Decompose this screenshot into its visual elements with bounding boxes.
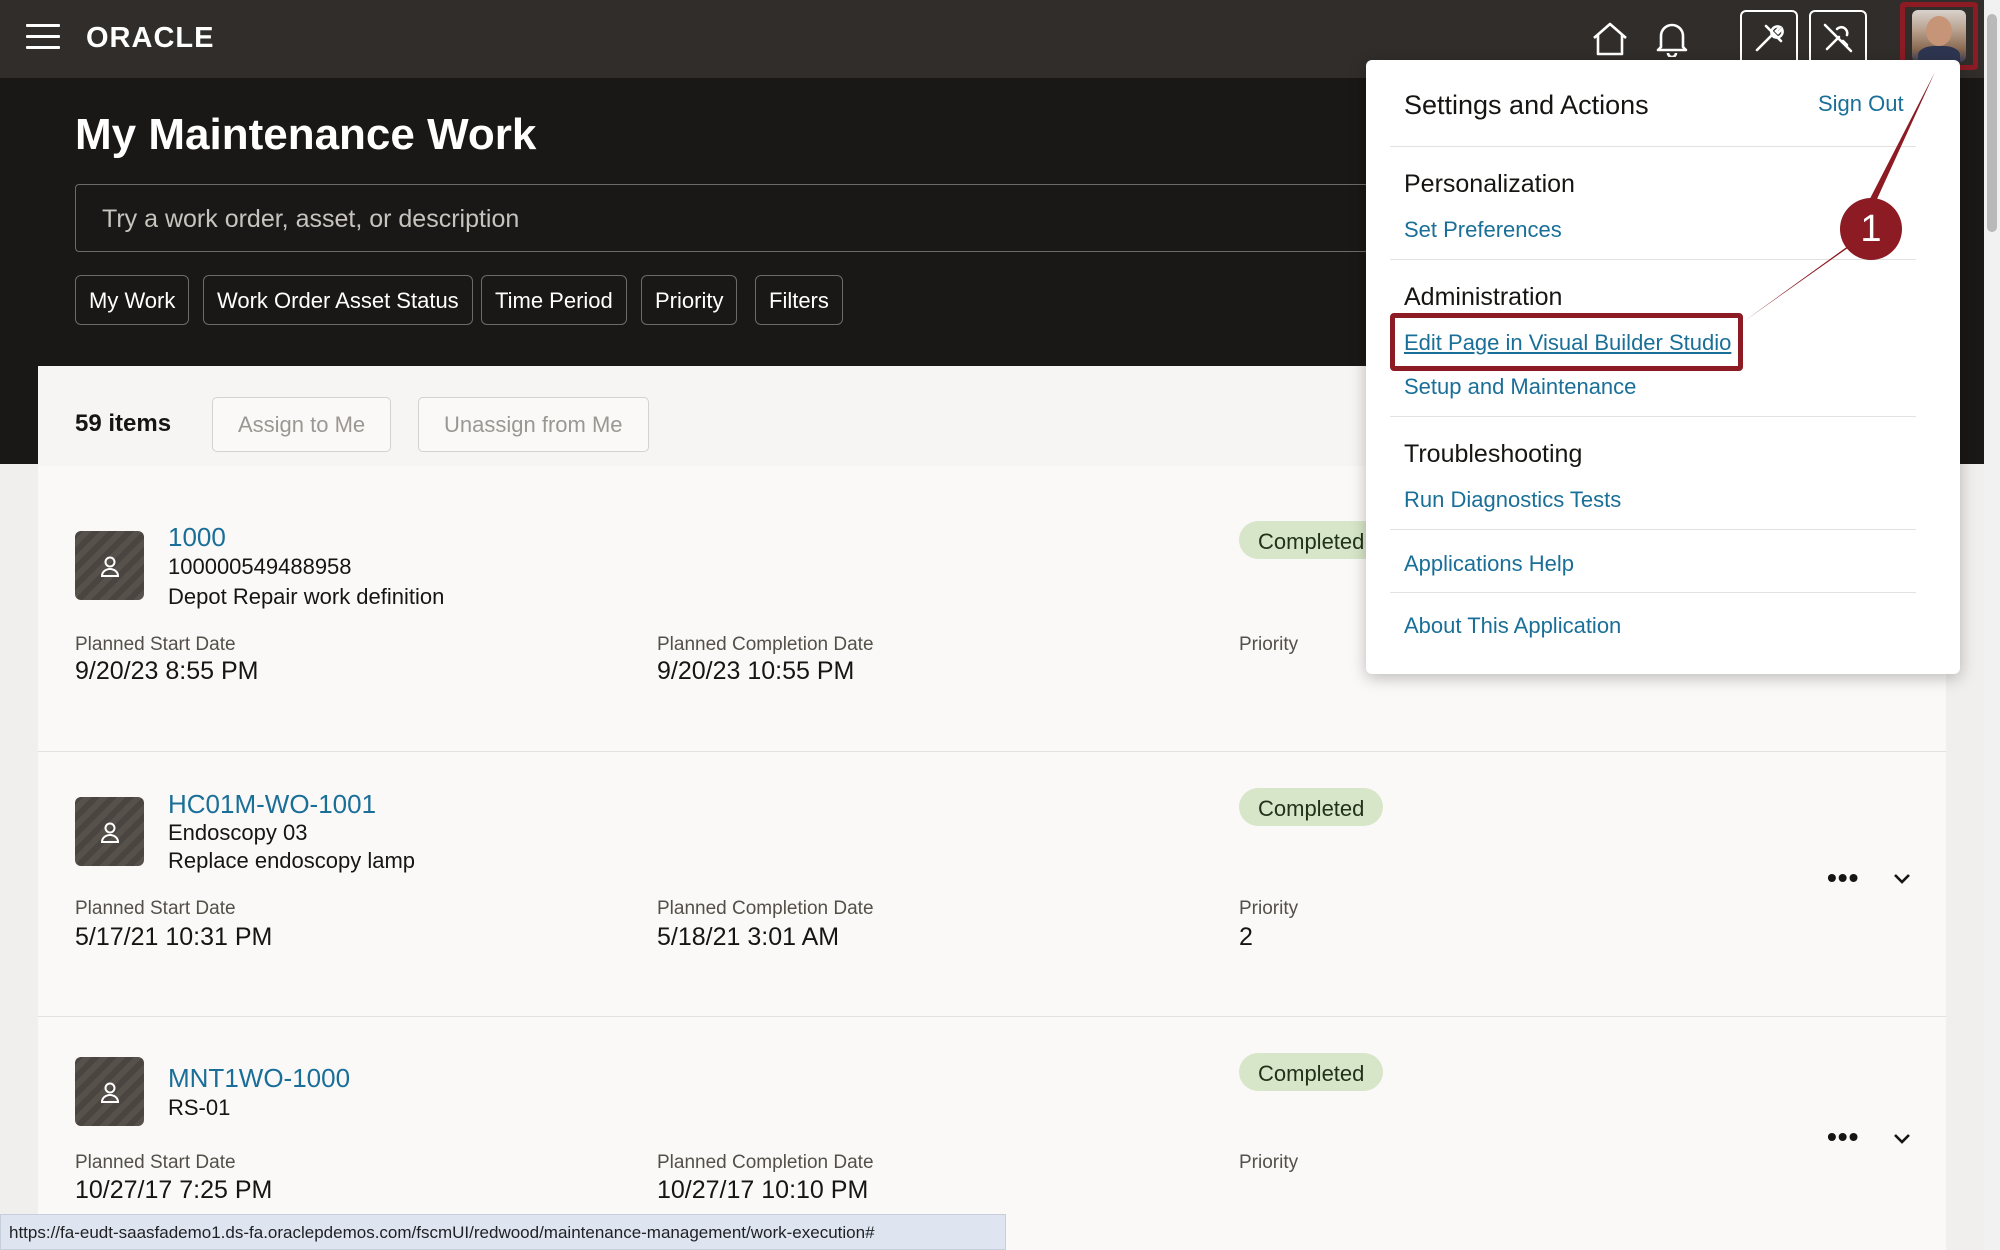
filter-chip-priority[interactable]: Priority: [641, 275, 738, 325]
link-preview-statusbar: https://fa-eudt-saasfademo1.ds-fa.oracle…: [0, 1214, 1006, 1250]
planned-completion-value: 5/18/21 3:01 AM: [657, 923, 840, 951]
person-icon: [100, 1082, 119, 1103]
menu-divider: [1390, 529, 1916, 530]
person-icon: [100, 556, 119, 577]
administration-heading: Administration: [1404, 283, 1563, 311]
planned-completion-value: 10/27/17 10:10 PM: [657, 1176, 869, 1204]
status-badge: Completed: [1239, 1053, 1384, 1091]
work-order-description: Depot Repair work definition: [168, 584, 445, 609]
menu-divider: [1390, 416, 1916, 417]
about-application-link[interactable]: About This Application: [1404, 613, 1621, 639]
person-icon: [100, 822, 119, 843]
asset-name: Endoscopy 03: [168, 820, 308, 845]
planned-start-label: Planned Start Date: [75, 634, 236, 655]
more-actions-icon[interactable]: •••: [1827, 862, 1859, 894]
menu-divider: [1390, 259, 1916, 260]
notifications-bell-icon[interactable]: [1645, 12, 1699, 66]
filter-chip-filters[interactable]: Filters: [755, 275, 843, 325]
planned-completion-value: 9/20/23 10:55 PM: [657, 657, 855, 685]
work-order-link[interactable]: HC01M-WO-1001: [168, 789, 376, 820]
row-divider: [38, 751, 1946, 752]
scrollbar-thumb[interactable]: [1987, 14, 1997, 232]
priority-label: Priority: [1239, 1152, 1299, 1173]
tools-icon[interactable]: [1740, 10, 1798, 66]
more-actions-icon[interactable]: •••: [1827, 1121, 1859, 1153]
page-title: My Maintenance Work: [75, 110, 537, 159]
asset-thumbnail: [75, 797, 144, 866]
unassign-from-me-button[interactable]: Unassign from Me: [418, 397, 649, 452]
planned-completion-label: Planned Completion Date: [657, 1152, 874, 1173]
filter-chip-work-order-asset-status[interactable]: Work Order Asset Status: [203, 275, 473, 325]
home-icon[interactable]: [1583, 12, 1637, 66]
planned-start-label: Planned Start Date: [75, 1152, 236, 1173]
filter-chip-time-period[interactable]: Time Period: [481, 275, 627, 325]
work-order-link[interactable]: MNT1WO-1000: [168, 1063, 350, 1094]
applications-help-link[interactable]: Applications Help: [1404, 551, 1574, 577]
priority-value: 2: [1239, 923, 1253, 951]
oracle-logo: ORACLE: [86, 22, 215, 54]
disabled-tools-icon[interactable]: [1809, 10, 1867, 66]
planned-completion-label: Planned Completion Date: [657, 898, 874, 919]
status-badge: Completed: [1239, 788, 1384, 826]
priority-label: Priority: [1239, 898, 1299, 919]
planned-start-value: 5/17/21 10:31 PM: [75, 923, 273, 951]
avatar: [1912, 10, 1966, 62]
row-divider: [38, 1016, 1946, 1017]
setup-and-maintenance-link[interactable]: Setup and Maintenance: [1404, 374, 1636, 400]
work-order-description: Replace endoscopy lamp: [168, 848, 416, 873]
planned-start-label: Planned Start Date: [75, 898, 236, 919]
asset-thumbnail: [75, 531, 144, 600]
work-order-link[interactable]: 1000: [168, 522, 226, 553]
filter-chip-my-work[interactable]: My Work: [75, 275, 190, 325]
priority-label: Priority: [1239, 634, 1299, 655]
sign-out-link[interactable]: Sign Out: [1818, 91, 1904, 117]
search-input[interactable]: Try a work order, asset, or description: [75, 184, 1405, 252]
planned-start-value: 10/27/17 7:25 PM: [75, 1176, 273, 1204]
menu-divider: [1390, 146, 1916, 147]
planned-completion-label: Planned Completion Date: [657, 634, 874, 655]
status-badge: Completed: [1239, 521, 1384, 559]
planned-start-value: 9/20/23 8:55 PM: [75, 657, 259, 685]
step-number-badge: 1: [1840, 198, 1902, 260]
items-count: 59 items: [75, 410, 172, 437]
highlight-box: [1390, 313, 1743, 371]
asset-name: RS-01: [168, 1095, 231, 1120]
assign-to-me-button[interactable]: Assign to Me: [212, 397, 392, 452]
chevron-down-icon[interactable]: [1893, 872, 1911, 890]
chevron-down-icon[interactable]: [1893, 1132, 1911, 1150]
run-diagnostics-link[interactable]: Run Diagnostics Tests: [1404, 487, 1621, 513]
menu-title: Settings and Actions: [1404, 90, 1649, 120]
menu-hamburger-icon[interactable]: [26, 24, 60, 52]
asset-thumbnail: [75, 1057, 144, 1126]
troubleshooting-heading: Troubleshooting: [1404, 440, 1583, 468]
set-preferences-link[interactable]: Set Preferences: [1404, 217, 1562, 243]
asset-number: 100000549488958: [168, 554, 352, 579]
menu-divider: [1390, 592, 1916, 593]
personalization-heading: Personalization: [1404, 170, 1575, 198]
